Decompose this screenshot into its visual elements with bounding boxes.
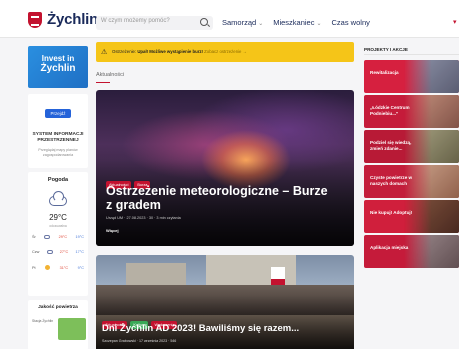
logo-text: Żychlin	[47, 11, 99, 28]
nav-item-samorzad[interactable]: Samorząd ⌄	[222, 18, 263, 27]
alert-link[interactable]: Zobacz ostrzeżenie →	[203, 49, 247, 54]
project-card[interactable]: Czyste powietrze w naszych domach	[364, 165, 459, 198]
left-sidebar: Invest in Żychlin Przejdź SYSTEM INFORMA…	[28, 46, 88, 349]
news-meta: Szczepan Grabowski · 17 września 2023 · …	[102, 339, 177, 343]
forecast-day: Czw	[32, 250, 40, 254]
project-photo	[404, 60, 459, 93]
search-placeholder: W czym możemy pomóc?	[101, 18, 170, 24]
forecast-row: Pt 31°C 9°C	[32, 265, 84, 270]
project-card[interactable]: Rewitalizacja	[364, 60, 459, 93]
news-title[interactable]: Dni Żychlin AD 2023! Bawiliśmy się razem…	[102, 323, 299, 334]
nav-item-mieszkaniec[interactable]: Mieszkaniec ⌄	[273, 18, 321, 27]
invest-banner[interactable]: Invest in Żychlin	[28, 46, 88, 88]
air-quality-desc: Stacja Żychlin	[32, 319, 54, 323]
project-card[interactable]: Aplikacja miejska	[364, 235, 459, 268]
chevron-down-icon: ⌄	[316, 21, 322, 27]
forecast-day: Śr	[32, 235, 36, 239]
section-label: Aktualności	[96, 72, 125, 78]
projects-title: PROJEKTY I AKCJE	[364, 47, 408, 52]
forecast-high: 27°C	[59, 250, 69, 254]
project-card[interactable]: „Łódzkie Centrum Podniebiu...”	[364, 95, 459, 128]
search-icon[interactable]	[200, 18, 208, 26]
forecast-high: 29°C	[58, 235, 68, 239]
project-card[interactable]: Nie kupuj! Adoptuj!	[364, 200, 459, 233]
header: Żychlin W czym możemy pomóc? Samorząd ⌄ M…	[0, 0, 459, 38]
logo[interactable]: Żychlin	[28, 11, 98, 28]
invest-line1: Invest in	[41, 54, 75, 63]
weather-widget: Pogoda 29°C odczuwalna Śr 29°C 19°C Czw …	[28, 172, 88, 296]
invest-line2: Żychlin	[40, 63, 76, 74]
alert-text: Ostrzeżenie: Upał! Możliwe wystąpienie b…	[112, 49, 247, 54]
news-card[interactable]: Aktualności Kultura Wydarzenia Dni Żychlin…	[96, 255, 354, 349]
forecast-day: Pt	[32, 265, 36, 270]
projects-divider	[364, 54, 459, 55]
forecast-low: 17°C	[75, 250, 84, 254]
sip-subtitle: Przeglądaj mapy planów zagospodarowania	[38, 148, 78, 157]
air-quality-map	[58, 318, 86, 340]
project-label: Czyste powietrze w naszych domach	[370, 175, 413, 186]
weather-title: Pogoda	[47, 177, 69, 183]
section-underline	[96, 82, 110, 83]
sun-icon	[45, 265, 51, 270]
crest-icon	[28, 11, 42, 28]
main-nav: Samorząd ⌄ Mieszkaniec ⌄ Czas wolny	[222, 18, 370, 27]
cloud-icon	[49, 191, 67, 206]
page: Żychlin W czym możemy pomóc? Samorząd ⌄ M…	[0, 0, 459, 349]
forecast-high: 31°C	[59, 265, 69, 270]
forecast-row: Śr 29°C 19°C	[32, 235, 84, 239]
project-photo	[404, 235, 459, 268]
read-more-link[interactable]: Więcej	[106, 228, 119, 233]
featured-news-card[interactable]: Aktualności Burza Ostrzeżenie meteorologi…	[96, 90, 354, 246]
project-label: Nie kupuj! Adoptuj!	[370, 210, 413, 215]
project-label: „Łódzkie Centrum Podniebiu...”	[370, 105, 410, 116]
forecast-low: 9°C	[77, 265, 84, 270]
project-label: Podziel się wiedzą, zmień zdanie...	[370, 140, 412, 151]
weather-temp: 29°C	[49, 213, 67, 222]
nav-item-czas-wolny[interactable]: Czas wolny	[332, 18, 370, 27]
weather-feels: odczuwalna	[49, 224, 67, 228]
project-card[interactable]: Podziel się wiedzą, zmień zdanie...	[364, 130, 459, 163]
air-quality-widget[interactable]: Jakość powietrza Stacja Żychlin	[28, 300, 88, 349]
air-quality-title: Jakość powietrza	[38, 305, 78, 310]
search-input[interactable]: W czym możemy pomóc?	[96, 16, 213, 30]
project-photo	[404, 200, 459, 233]
sip-card: Przejdź SYSTEM INFORMACJI PRZESTRZENNEJ …	[28, 94, 88, 168]
sip-button[interactable]: Przejdź	[45, 109, 71, 118]
project-label: Aplikacja miejska	[370, 245, 409, 250]
featured-title[interactable]: Ostrzeżenie meteorologiczne – Burze z gr…	[106, 184, 336, 212]
chevron-down-icon: ⌄	[258, 21, 264, 27]
sip-title: SYSTEM INFORMACJI PRZESTRZENNEJ	[32, 132, 84, 143]
featured-meta: Urząd UM · 27.08.2023 · 30 · 3 min czyta…	[106, 216, 181, 220]
cloud-icon	[46, 250, 53, 254]
nav-overflow-icon[interactable]: ▾	[453, 18, 459, 26]
project-label: Rewitalizacja	[370, 70, 399, 75]
forecast-row: Czw 27°C 17°C	[32, 250, 84, 254]
cloud-icon	[44, 235, 51, 239]
warning-icon: ⚠	[101, 49, 108, 56]
forecast-low: 19°C	[75, 235, 84, 239]
weather-alert-bar[interactable]: ⚠ Ostrzeżenie: Upał! Możliwe wystąpienie…	[96, 42, 354, 62]
